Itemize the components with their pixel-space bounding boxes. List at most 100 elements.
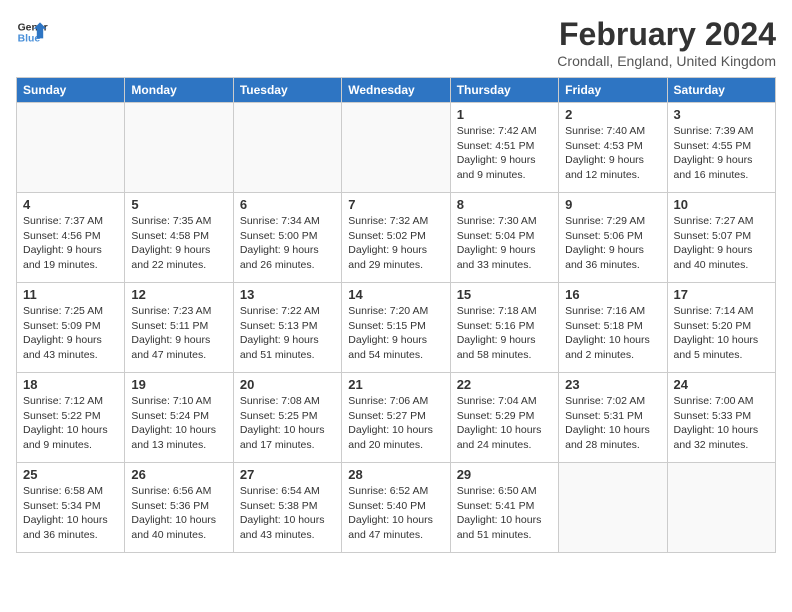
day-number: 16 [565,287,660,302]
calendar-day-header: Sunday [17,78,125,103]
day-number: 3 [674,107,769,122]
day-number: 8 [457,197,552,212]
day-number: 13 [240,287,335,302]
day-number: 26 [131,467,226,482]
calendar-cell [125,103,233,193]
day-info: Sunrise: 7:14 AM Sunset: 5:20 PM Dayligh… [674,304,769,363]
calendar-cell [559,463,667,553]
logo: General Blue [16,16,48,48]
calendar-week-row: 18Sunrise: 7:12 AM Sunset: 5:22 PM Dayli… [17,373,776,463]
day-info: Sunrise: 7:02 AM Sunset: 5:31 PM Dayligh… [565,394,660,453]
calendar-cell: 24 Sunrise: 7:00 AM Sunset: 5:33 PM Dayli… [667,373,775,463]
day-info: Sunrise: 7:06 AM Sunset: 5:27 PM Dayligh… [348,394,443,453]
day-info: Sunrise: 7:40 AM Sunset: 4:53 PM Dayligh… [565,124,660,183]
calendar-table: SundayMondayTuesdayWednesdayThursdayFrid… [16,77,776,553]
day-info: Sunrise: 7:10 AM Sunset: 5:24 PM Dayligh… [131,394,226,453]
calendar-cell: 7Sunrise: 7:32 AM Sunset: 5:02 PM Daylig… [342,193,450,283]
calendar-cell: 13Sunrise: 7:22 AM Sunset: 5:13 PM Dayli… [233,283,341,373]
day-info: Sunrise: 7:42 AM Sunset: 4:51 PM Dayligh… [457,124,552,183]
day-info: Sunrise: 7:18 AM Sunset: 5:16 PM Dayligh… [457,304,552,363]
day-info: Sunrise: 6:52 AM Sunset: 5:40 PM Dayligh… [348,484,443,543]
calendar-cell: 3 Sunrise: 7:39 AM Sunset: 4:55 PM Daylig… [667,103,775,193]
calendar-day-header: Friday [559,78,667,103]
day-number: 7 [348,197,443,212]
day-info: Sunrise: 7:29 AM Sunset: 5:06 PM Dayligh… [565,214,660,273]
day-info: Sunrise: 7:27 AM Sunset: 5:07 PM Dayligh… [674,214,769,273]
day-number: 4 [23,197,118,212]
calendar-cell: 23Sunrise: 7:02 AM Sunset: 5:31 PM Dayli… [559,373,667,463]
calendar-cell: 1 Sunrise: 7:42 AM Sunset: 4:51 PM Daylig… [450,103,558,193]
calendar-week-row: 25 Sunrise: 6:58 AM Sunset: 5:34 PM Dayli… [17,463,776,553]
day-info: Sunrise: 7:00 AM Sunset: 5:33 PM Dayligh… [674,394,769,453]
day-info: Sunrise: 6:54 AM Sunset: 5:38 PM Dayligh… [240,484,335,543]
day-info: Sunrise: 7:16 AM Sunset: 5:18 PM Dayligh… [565,304,660,363]
calendar-cell: 17 Sunrise: 7:14 AM Sunset: 5:20 PM Dayli… [667,283,775,373]
calendar-cell [233,103,341,193]
calendar-cell: 22 Sunrise: 7:04 AM Sunset: 5:29 PM Dayli… [450,373,558,463]
title-block: February 2024 Crondall, England, United … [557,16,776,69]
day-info: Sunrise: 7:39 AM Sunset: 4:55 PM Dayligh… [674,124,769,183]
day-number: 22 [457,377,552,392]
calendar-cell [17,103,125,193]
calendar-cell: 15 Sunrise: 7:18 AM Sunset: 5:16 PM Dayli… [450,283,558,373]
calendar-cell: 16 Sunrise: 7:16 AM Sunset: 5:18 PM Dayli… [559,283,667,373]
calendar-cell: 28Sunrise: 6:52 AM Sunset: 5:40 PM Dayli… [342,463,450,553]
day-number: 19 [131,377,226,392]
day-number: 15 [457,287,552,302]
day-number: 20 [240,377,335,392]
calendar-cell: 20 Sunrise: 7:08 AM Sunset: 5:25 PM Dayli… [233,373,341,463]
calendar-cell: 18Sunrise: 7:12 AM Sunset: 5:22 PM Dayli… [17,373,125,463]
calendar-cell: 4 Sunrise: 7:37 AM Sunset: 4:56 PM Daylig… [17,193,125,283]
day-number: 6 [240,197,335,212]
day-info: Sunrise: 7:37 AM Sunset: 4:56 PM Dayligh… [23,214,118,273]
day-info: Sunrise: 7:25 AM Sunset: 5:09 PM Dayligh… [23,304,118,363]
day-number: 18 [23,377,118,392]
calendar-day-header: Wednesday [342,78,450,103]
calendar-cell [667,463,775,553]
calendar-cell: 9 Sunrise: 7:29 AM Sunset: 5:06 PM Daylig… [559,193,667,283]
calendar-header-row: SundayMondayTuesdayWednesdayThursdayFrid… [17,78,776,103]
page-header: General Blue February 2024 Crondall, Eng… [16,16,776,69]
day-number: 11 [23,287,118,302]
day-number: 9 [565,197,660,212]
day-number: 27 [240,467,335,482]
day-number: 14 [348,287,443,302]
calendar-week-row: 11 Sunrise: 7:25 AM Sunset: 5:09 PM Dayli… [17,283,776,373]
calendar-week-row: 4 Sunrise: 7:37 AM Sunset: 4:56 PM Daylig… [17,193,776,283]
calendar-cell: 6 Sunrise: 7:34 AM Sunset: 5:00 PM Daylig… [233,193,341,283]
day-number: 29 [457,467,552,482]
calendar-day-header: Monday [125,78,233,103]
day-info: Sunrise: 6:50 AM Sunset: 5:41 PM Dayligh… [457,484,552,543]
location-subtitle: Crondall, England, United Kingdom [557,53,776,69]
day-info: Sunrise: 7:04 AM Sunset: 5:29 PM Dayligh… [457,394,552,453]
calendar-cell: 5 Sunrise: 7:35 AM Sunset: 4:58 PM Daylig… [125,193,233,283]
month-title: February 2024 [557,16,776,53]
calendar-cell: 12 Sunrise: 7:23 AM Sunset: 5:11 PM Dayli… [125,283,233,373]
day-info: Sunrise: 7:23 AM Sunset: 5:11 PM Dayligh… [131,304,226,363]
day-number: 2 [565,107,660,122]
day-number: 17 [674,287,769,302]
calendar-day-header: Saturday [667,78,775,103]
calendar-day-header: Tuesday [233,78,341,103]
day-info: Sunrise: 7:30 AM Sunset: 5:04 PM Dayligh… [457,214,552,273]
day-info: Sunrise: 6:56 AM Sunset: 5:36 PM Dayligh… [131,484,226,543]
calendar-cell: 2 Sunrise: 7:40 AM Sunset: 4:53 PM Daylig… [559,103,667,193]
calendar-cell: 10 Sunrise: 7:27 AM Sunset: 5:07 PM Dayli… [667,193,775,283]
day-info: Sunrise: 7:35 AM Sunset: 4:58 PM Dayligh… [131,214,226,273]
day-info: Sunrise: 6:58 AM Sunset: 5:34 PM Dayligh… [23,484,118,543]
day-info: Sunrise: 7:34 AM Sunset: 5:00 PM Dayligh… [240,214,335,273]
calendar-cell: 25 Sunrise: 6:58 AM Sunset: 5:34 PM Dayli… [17,463,125,553]
calendar-week-row: 1 Sunrise: 7:42 AM Sunset: 4:51 PM Daylig… [17,103,776,193]
day-info: Sunrise: 7:08 AM Sunset: 5:25 PM Dayligh… [240,394,335,453]
day-number: 12 [131,287,226,302]
calendar-cell: 21 Sunrise: 7:06 AM Sunset: 5:27 PM Dayli… [342,373,450,463]
day-number: 1 [457,107,552,122]
day-number: 10 [674,197,769,212]
calendar-cell: 26 Sunrise: 6:56 AM Sunset: 5:36 PM Dayli… [125,463,233,553]
day-number: 24 [674,377,769,392]
day-number: 21 [348,377,443,392]
day-number: 25 [23,467,118,482]
day-number: 5 [131,197,226,212]
calendar-cell: 19 Sunrise: 7:10 AM Sunset: 5:24 PM Dayli… [125,373,233,463]
calendar-cell: 8 Sunrise: 7:30 AM Sunset: 5:04 PM Daylig… [450,193,558,283]
